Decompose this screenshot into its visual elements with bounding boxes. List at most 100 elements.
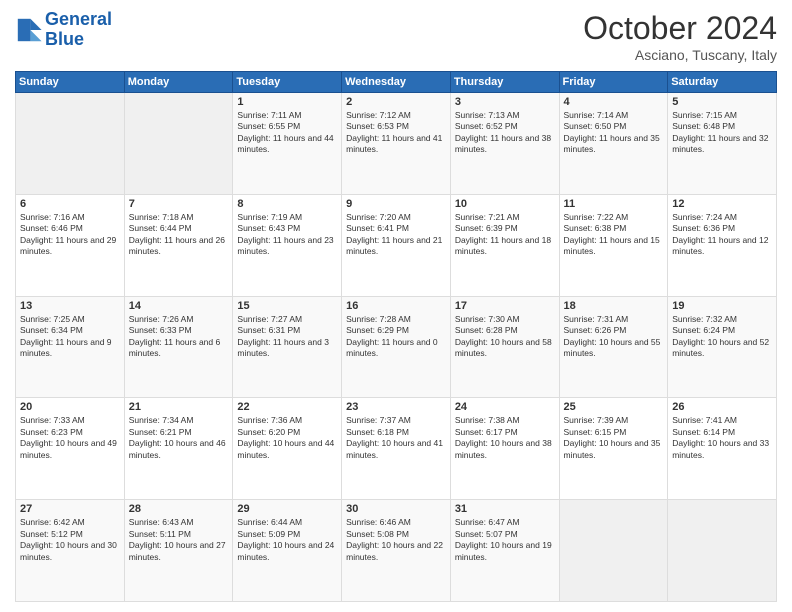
calendar-cell: 9 Sunrise: 7:20 AMSunset: 6:41 PMDaylight…: [342, 194, 451, 296]
cell-info: Sunrise: 7:37 AMSunset: 6:18 PMDaylight:…: [346, 415, 446, 461]
cell-info: Sunrise: 7:18 AMSunset: 6:44 PMDaylight:…: [129, 212, 229, 258]
day-number: 8: [237, 198, 337, 210]
day-number: 7: [129, 198, 229, 210]
calendar-cell: 17 Sunrise: 7:30 AMSunset: 6:28 PMDayligh…: [450, 296, 559, 398]
calendar-cell: [16, 93, 125, 195]
cell-info: Sunrise: 7:38 AMSunset: 6:17 PMDaylight:…: [455, 415, 555, 461]
day-header-thursday: Thursday: [450, 72, 559, 93]
cell-info: Sunrise: 7:34 AMSunset: 6:21 PMDaylight:…: [129, 415, 229, 461]
calendar-cell: 7 Sunrise: 7:18 AMSunset: 6:44 PMDaylight…: [124, 194, 233, 296]
cell-info: Sunrise: 7:32 AMSunset: 6:24 PMDaylight:…: [672, 314, 772, 360]
day-number: 15: [237, 300, 337, 312]
cell-info: Sunrise: 7:11 AMSunset: 6:55 PMDaylight:…: [237, 110, 337, 156]
day-number: 30: [346, 503, 446, 515]
cell-info: Sunrise: 7:27 AMSunset: 6:31 PMDaylight:…: [237, 314, 337, 360]
cell-info: Sunrise: 7:41 AMSunset: 6:14 PMDaylight:…: [672, 415, 772, 461]
calendar-cell: 24 Sunrise: 7:38 AMSunset: 6:17 PMDayligh…: [450, 398, 559, 500]
calendar-cell: 29Sunrise: 6:44 AMSunset: 5:09 PMDayligh…: [233, 500, 342, 602]
cell-info: Sunrise: 6:43 AMSunset: 5:11 PMDaylight:…: [129, 517, 229, 563]
cell-info: Sunrise: 7:20 AMSunset: 6:41 PMDaylight:…: [346, 212, 446, 258]
calendar-cell: 12 Sunrise: 7:24 AMSunset: 6:36 PMDayligh…: [668, 194, 777, 296]
calendar-cell: 20 Sunrise: 7:33 AMSunset: 6:23 PMDayligh…: [16, 398, 125, 500]
cell-info: Sunrise: 7:26 AMSunset: 6:33 PMDaylight:…: [129, 314, 229, 360]
logo-icon: [15, 16, 43, 44]
day-number: 27: [20, 503, 120, 515]
day-header-saturday: Saturday: [668, 72, 777, 93]
calendar-cell: 21Sunrise: 7:34 AMSunset: 6:21 PMDayligh…: [124, 398, 233, 500]
cell-info: Sunrise: 7:25 AMSunset: 6:34 PMDaylight:…: [20, 314, 120, 360]
calendar-week-row: 13Sunrise: 7:25 AMSunset: 6:34 PMDayligh…: [16, 296, 777, 398]
day-number: 2: [346, 96, 446, 108]
cell-info: Sunrise: 7:39 AMSunset: 6:15 PMDaylight:…: [564, 415, 664, 461]
day-number: 9: [346, 198, 446, 210]
calendar-cell: 15 Sunrise: 7:27 AMSunset: 6:31 PMDayligh…: [233, 296, 342, 398]
cell-info: Sunrise: 6:47 AMSunset: 5:07 PMDaylight:…: [455, 517, 555, 563]
calendar-cell: 30 Sunrise: 6:46 AMSunset: 5:08 PMDayligh…: [342, 500, 451, 602]
cell-info: Sunrise: 7:22 AMSunset: 6:38 PMDaylight:…: [564, 212, 664, 258]
calendar-cell: 31 Sunrise: 6:47 AMSunset: 5:07 PMDayligh…: [450, 500, 559, 602]
day-number: 11: [564, 198, 664, 210]
calendar-week-row: 1 Sunrise: 7:11 AMSunset: 6:55 PMDaylight…: [16, 93, 777, 195]
cell-info: Sunrise: 7:15 AMSunset: 6:48 PMDaylight:…: [672, 110, 772, 156]
day-header-sunday: Sunday: [16, 72, 125, 93]
day-number: 20: [20, 401, 120, 413]
day-number: 1: [237, 96, 337, 108]
cell-info: Sunrise: 7:24 AMSunset: 6:36 PMDaylight:…: [672, 212, 772, 258]
calendar-cell: [559, 500, 668, 602]
calendar-cell: 27Sunrise: 6:42 AMSunset: 5:12 PMDayligh…: [16, 500, 125, 602]
cell-info: Sunrise: 7:30 AMSunset: 6:28 PMDaylight:…: [455, 314, 555, 360]
day-number: 17: [455, 300, 555, 312]
calendar-cell: 14 Sunrise: 7:26 AMSunset: 6:33 PMDayligh…: [124, 296, 233, 398]
calendar-cell: 6Sunrise: 7:16 AMSunset: 6:46 PMDaylight…: [16, 194, 125, 296]
calendar-cell: 28 Sunrise: 6:43 AMSunset: 5:11 PMDayligh…: [124, 500, 233, 602]
calendar-cell: 13Sunrise: 7:25 AMSunset: 6:34 PMDayligh…: [16, 296, 125, 398]
cell-info: Sunrise: 7:16 AMSunset: 6:46 PMDaylight:…: [20, 212, 120, 258]
day-header-tuesday: Tuesday: [233, 72, 342, 93]
day-number: 14: [129, 300, 229, 312]
cell-info: Sunrise: 6:46 AMSunset: 5:08 PMDaylight:…: [346, 517, 446, 563]
calendar-cell: 19Sunrise: 7:32 AMSunset: 6:24 PMDayligh…: [668, 296, 777, 398]
calendar-cell: 1 Sunrise: 7:11 AMSunset: 6:55 PMDaylight…: [233, 93, 342, 195]
calendar-cell: [124, 93, 233, 195]
header: General Blue October 2024 Asciano, Tusca…: [15, 10, 777, 63]
day-number: 31: [455, 503, 555, 515]
day-number: 26: [672, 401, 772, 413]
cell-info: Sunrise: 7:21 AMSunset: 6:39 PMDaylight:…: [455, 212, 555, 258]
day-number: 4: [564, 96, 664, 108]
calendar-cell: 4 Sunrise: 7:14 AMSunset: 6:50 PMDaylight…: [559, 93, 668, 195]
day-header-friday: Friday: [559, 72, 668, 93]
cell-info: Sunrise: 7:36 AMSunset: 6:20 PMDaylight:…: [237, 415, 337, 461]
cell-info: Sunrise: 7:14 AMSunset: 6:50 PMDaylight:…: [564, 110, 664, 156]
calendar-cell: 3 Sunrise: 7:13 AMSunset: 6:52 PMDaylight…: [450, 93, 559, 195]
title-block: October 2024 Asciano, Tuscany, Italy: [583, 10, 777, 63]
day-number: 10: [455, 198, 555, 210]
logo: General Blue: [15, 10, 112, 50]
logo-text: General Blue: [45, 10, 112, 50]
calendar-cell: 10 Sunrise: 7:21 AMSunset: 6:39 PMDayligh…: [450, 194, 559, 296]
day-number: 22: [237, 401, 337, 413]
cell-info: Sunrise: 7:13 AMSunset: 6:52 PMDaylight:…: [455, 110, 555, 156]
calendar-table: SundayMondayTuesdayWednesdayThursdayFrid…: [15, 71, 777, 602]
day-number: 24: [455, 401, 555, 413]
day-number: 5: [672, 96, 772, 108]
location-title: Asciano, Tuscany, Italy: [583, 47, 777, 63]
day-number: 25: [564, 401, 664, 413]
day-number: 23: [346, 401, 446, 413]
cell-info: Sunrise: 7:28 AMSunset: 6:29 PMDaylight:…: [346, 314, 446, 360]
calendar-cell: 2 Sunrise: 7:12 AMSunset: 6:53 PMDaylight…: [342, 93, 451, 195]
day-number: 16: [346, 300, 446, 312]
cell-info: Sunrise: 7:31 AMSunset: 6:26 PMDaylight:…: [564, 314, 664, 360]
calendar-cell: 25 Sunrise: 7:39 AMSunset: 6:15 PMDayligh…: [559, 398, 668, 500]
calendar-header-row: SundayMondayTuesdayWednesdayThursdayFrid…: [16, 72, 777, 93]
cell-info: Sunrise: 6:44 AMSunset: 5:09 PMDaylight:…: [237, 517, 337, 563]
cell-info: Sunrise: 7:33 AMSunset: 6:23 PMDaylight:…: [20, 415, 120, 461]
cell-info: Sunrise: 7:19 AMSunset: 6:43 PMDaylight:…: [237, 212, 337, 258]
day-number: 3: [455, 96, 555, 108]
month-title: October 2024: [583, 10, 777, 47]
day-number: 12: [672, 198, 772, 210]
calendar-cell: 11 Sunrise: 7:22 AMSunset: 6:38 PMDayligh…: [559, 194, 668, 296]
day-number: 28: [129, 503, 229, 515]
calendar-week-row: 20 Sunrise: 7:33 AMSunset: 6:23 PMDayligh…: [16, 398, 777, 500]
cell-info: Sunrise: 7:12 AMSunset: 6:53 PMDaylight:…: [346, 110, 446, 156]
calendar-cell: 8 Sunrise: 7:19 AMSunset: 6:43 PMDaylight…: [233, 194, 342, 296]
